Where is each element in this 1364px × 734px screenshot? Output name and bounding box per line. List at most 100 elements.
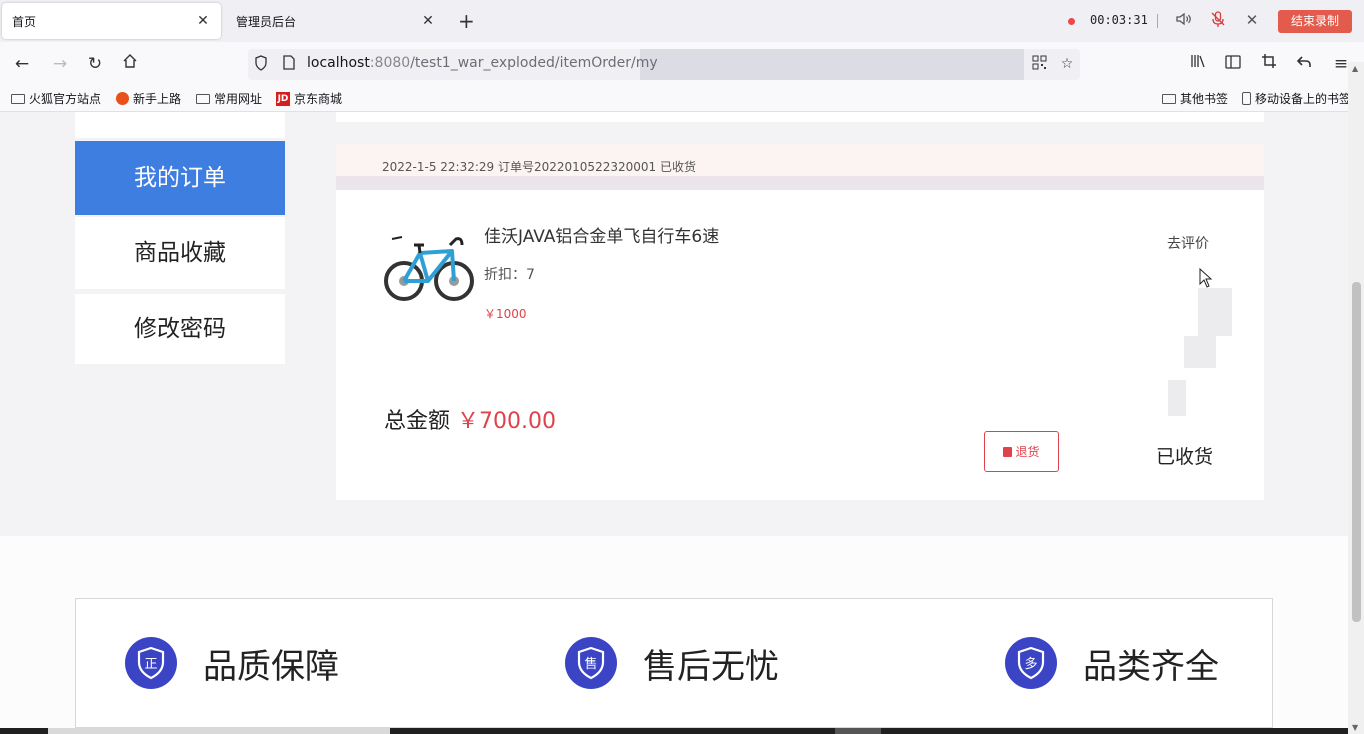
url-host: localhost <box>307 55 370 71</box>
url-port: :8080 <box>369 55 411 71</box>
new-tab-button[interactable]: + <box>458 9 475 33</box>
sidebar-item-label: 我的订单 <box>134 165 226 191</box>
bookmark-label: 京东商城 <box>294 92 343 106</box>
mic-muted-icon[interactable] <box>1208 10 1228 30</box>
blurred-region <box>1184 336 1216 368</box>
page-scrollbar[interactable]: ▲ ▼ <box>1348 62 1364 734</box>
bookmark-star-icon[interactable]: ☆ <box>1058 55 1076 73</box>
bookmark-label: 其他书签 <box>1180 92 1229 106</box>
stop-recording-button[interactable]: 结束录制 <box>1278 10 1352 33</box>
order-meta: 2022-1-5 22:32:29 订单号202201052232000​1 已… <box>382 160 696 174</box>
close-recorder-icon[interactable]: ✕ <box>1242 10 1262 30</box>
total-amount: ￥700.00 <box>457 409 556 434</box>
scroll-down-arrow-icon[interactable]: ▼ <box>1352 723 1358 732</box>
forward-arrow-icon[interactable]: → <box>48 52 72 76</box>
feature-quality: 正 品质保障 <box>125 637 339 689</box>
sidebar-icon[interactable] <box>1221 52 1245 76</box>
bookmark-label: 新手上路 <box>133 92 182 106</box>
firefox-icon <box>116 92 129 105</box>
bookmark-label: 火狐官方站点 <box>29 92 102 106</box>
navigation-toolbar: ← → ↻ localhost:8080/test1_war_exploded/… <box>0 42 1364 86</box>
speaker-icon[interactable] <box>1174 10 1194 30</box>
address-bar[interactable]: localhost:8080/test1_war_exploded/itemOr… <box>248 49 1080 80</box>
bookmark-label: 常用网址 <box>214 92 263 106</box>
qr-code-icon[interactable] <box>1030 55 1048 73</box>
sidebar-item-orders[interactable]: 我的订单 <box>75 141 285 215</box>
order-status: 已收货 <box>1156 446 1214 468</box>
close-icon[interactable]: ✕ <box>195 13 211 29</box>
refund-label: 退货 <box>1015 445 1040 459</box>
refund-button[interactable]: 退货 <box>984 431 1059 472</box>
folder-icon <box>196 93 210 104</box>
bookmark-label: 移动设备上的书签 <box>1255 92 1352 106</box>
page-viewport: 我的订单 商品收藏 修改密码 2022-1-5 22:32:29 订单号2022… <box>0 112 1348 734</box>
variety-icon-char: 多 <box>1024 656 1037 672</box>
blurred-region <box>1168 380 1186 416</box>
screenshot-crop-icon[interactable] <box>1257 52 1281 76</box>
url-selection-highlight <box>640 49 1024 80</box>
sidebar-item-label: 修改密码 <box>134 316 226 342</box>
scroll-thumb[interactable] <box>1352 282 1361 622</box>
tab-admin[interactable]: 管理员后台 ✕ <box>226 3 446 39</box>
scroll-up-arrow-icon[interactable]: ▲ <box>1352 64 1358 73</box>
sidebar-item-favorites[interactable]: 商品收藏 <box>75 217 285 289</box>
mobile-device-icon <box>1242 92 1251 105</box>
taskbar-segment <box>835 728 881 734</box>
bookmark-item-other[interactable]: 其他书签 <box>1162 90 1228 107</box>
after-sales-badge-icon: 售 <box>565 637 617 689</box>
url-path: /test1_war_exploded/itemOrder/my <box>410 55 658 71</box>
variety-badge-icon: 多 <box>1005 637 1057 689</box>
undo-arrow-icon[interactable] <box>1292 52 1316 76</box>
feature-label: 品质保障 <box>203 646 339 687</box>
url-text[interactable]: localhost:8080/test1_war_exploded/itemOr… <box>307 55 658 71</box>
sidebar-item-change-password[interactable]: 修改密码 <box>75 294 285 364</box>
product-name[interactable]: 佳沃JAVA铝合金单飞自行车6速 <box>484 222 719 247</box>
quality-badge-icon: 正 <box>125 637 177 689</box>
feature-label: 售后无忧 <box>643 646 779 687</box>
jd-logo-icon: JD <box>276 91 290 106</box>
feature-after-sales: 售 售后无忧 <box>565 637 779 689</box>
recording-time: 00:03:31 <box>1090 13 1148 27</box>
after-sales-icon-char: 售 <box>584 656 597 672</box>
feature-label: 品类齐全 <box>1083 646 1219 687</box>
sidebar-item-label: 商品收藏 <box>134 240 226 266</box>
bookmark-item[interactable]: JD 京东商城 <box>276 90 342 107</box>
quality-icon-char: 正 <box>144 657 157 672</box>
blurred-region <box>1198 288 1232 336</box>
shield-icon[interactable] <box>252 55 270 73</box>
bookmark-item-mobile[interactable]: 移动设备上的书签 <box>1242 90 1351 107</box>
tab-bar: 首页 ✕ 管理员后台 ✕ + 00:03:31 ✕ 结束录制 <box>0 0 1364 42</box>
order-filter-tabs <box>336 112 1264 122</box>
tab-title: 管理员后台 <box>236 14 297 29</box>
order-card: 佳沃JAVA铝合金单飞自行车6速 折扣：7 ￥1000 去评价 总金额 ￥700… <box>336 190 1264 500</box>
order-header-divider <box>336 176 1264 190</box>
library-icon[interactable] <box>1186 52 1210 76</box>
divider <box>1157 14 1158 28</box>
total-label: 总金额 <box>384 409 451 434</box>
close-icon[interactable]: ✕ <box>420 13 436 29</box>
os-taskbar <box>0 728 1348 734</box>
feature-variety: 多 品类齐全 <box>1005 637 1219 689</box>
home-icon[interactable] <box>118 52 142 76</box>
sidebar-item-partial[interactable] <box>75 112 285 138</box>
bookmark-item[interactable]: 新手上路 <box>116 90 181 107</box>
bicycle-product-image[interactable] <box>384 215 474 321</box>
folder-icon <box>11 93 25 104</box>
order-total: 总金额 ￥700.00 <box>384 403 556 435</box>
back-arrow-icon[interactable]: ← <box>10 52 34 76</box>
tab-home[interactable]: 首页 ✕ <box>2 3 221 39</box>
screen-recorder: 00:03:31 ✕ 结束录制 <box>1052 0 1364 42</box>
product-discount: 折扣：7 <box>484 267 535 283</box>
bookmark-item[interactable]: 常用网址 <box>196 90 262 107</box>
trash-icon <box>1003 446 1013 457</box>
reload-icon[interactable]: ↻ <box>83 52 107 76</box>
bookmarks-toolbar: 火狐官方站点 新手上路 常用网址 JD 京东商城 其他书签 移动设备上的书签 <box>0 86 1364 112</box>
tab-title: 首页 <box>12 14 37 29</box>
review-link[interactable]: 去评价 <box>1167 233 1209 253</box>
service-features: 正 品质保障 售 售后无忧 多 品类齐全 <box>75 598 1273 728</box>
bookmark-item[interactable]: 火狐官方站点 <box>11 90 101 107</box>
page-info-icon[interactable] <box>280 55 298 73</box>
recording-dot-icon <box>1068 18 1075 25</box>
mouse-cursor-icon <box>1199 268 1213 288</box>
taskbar-segment <box>48 728 390 734</box>
